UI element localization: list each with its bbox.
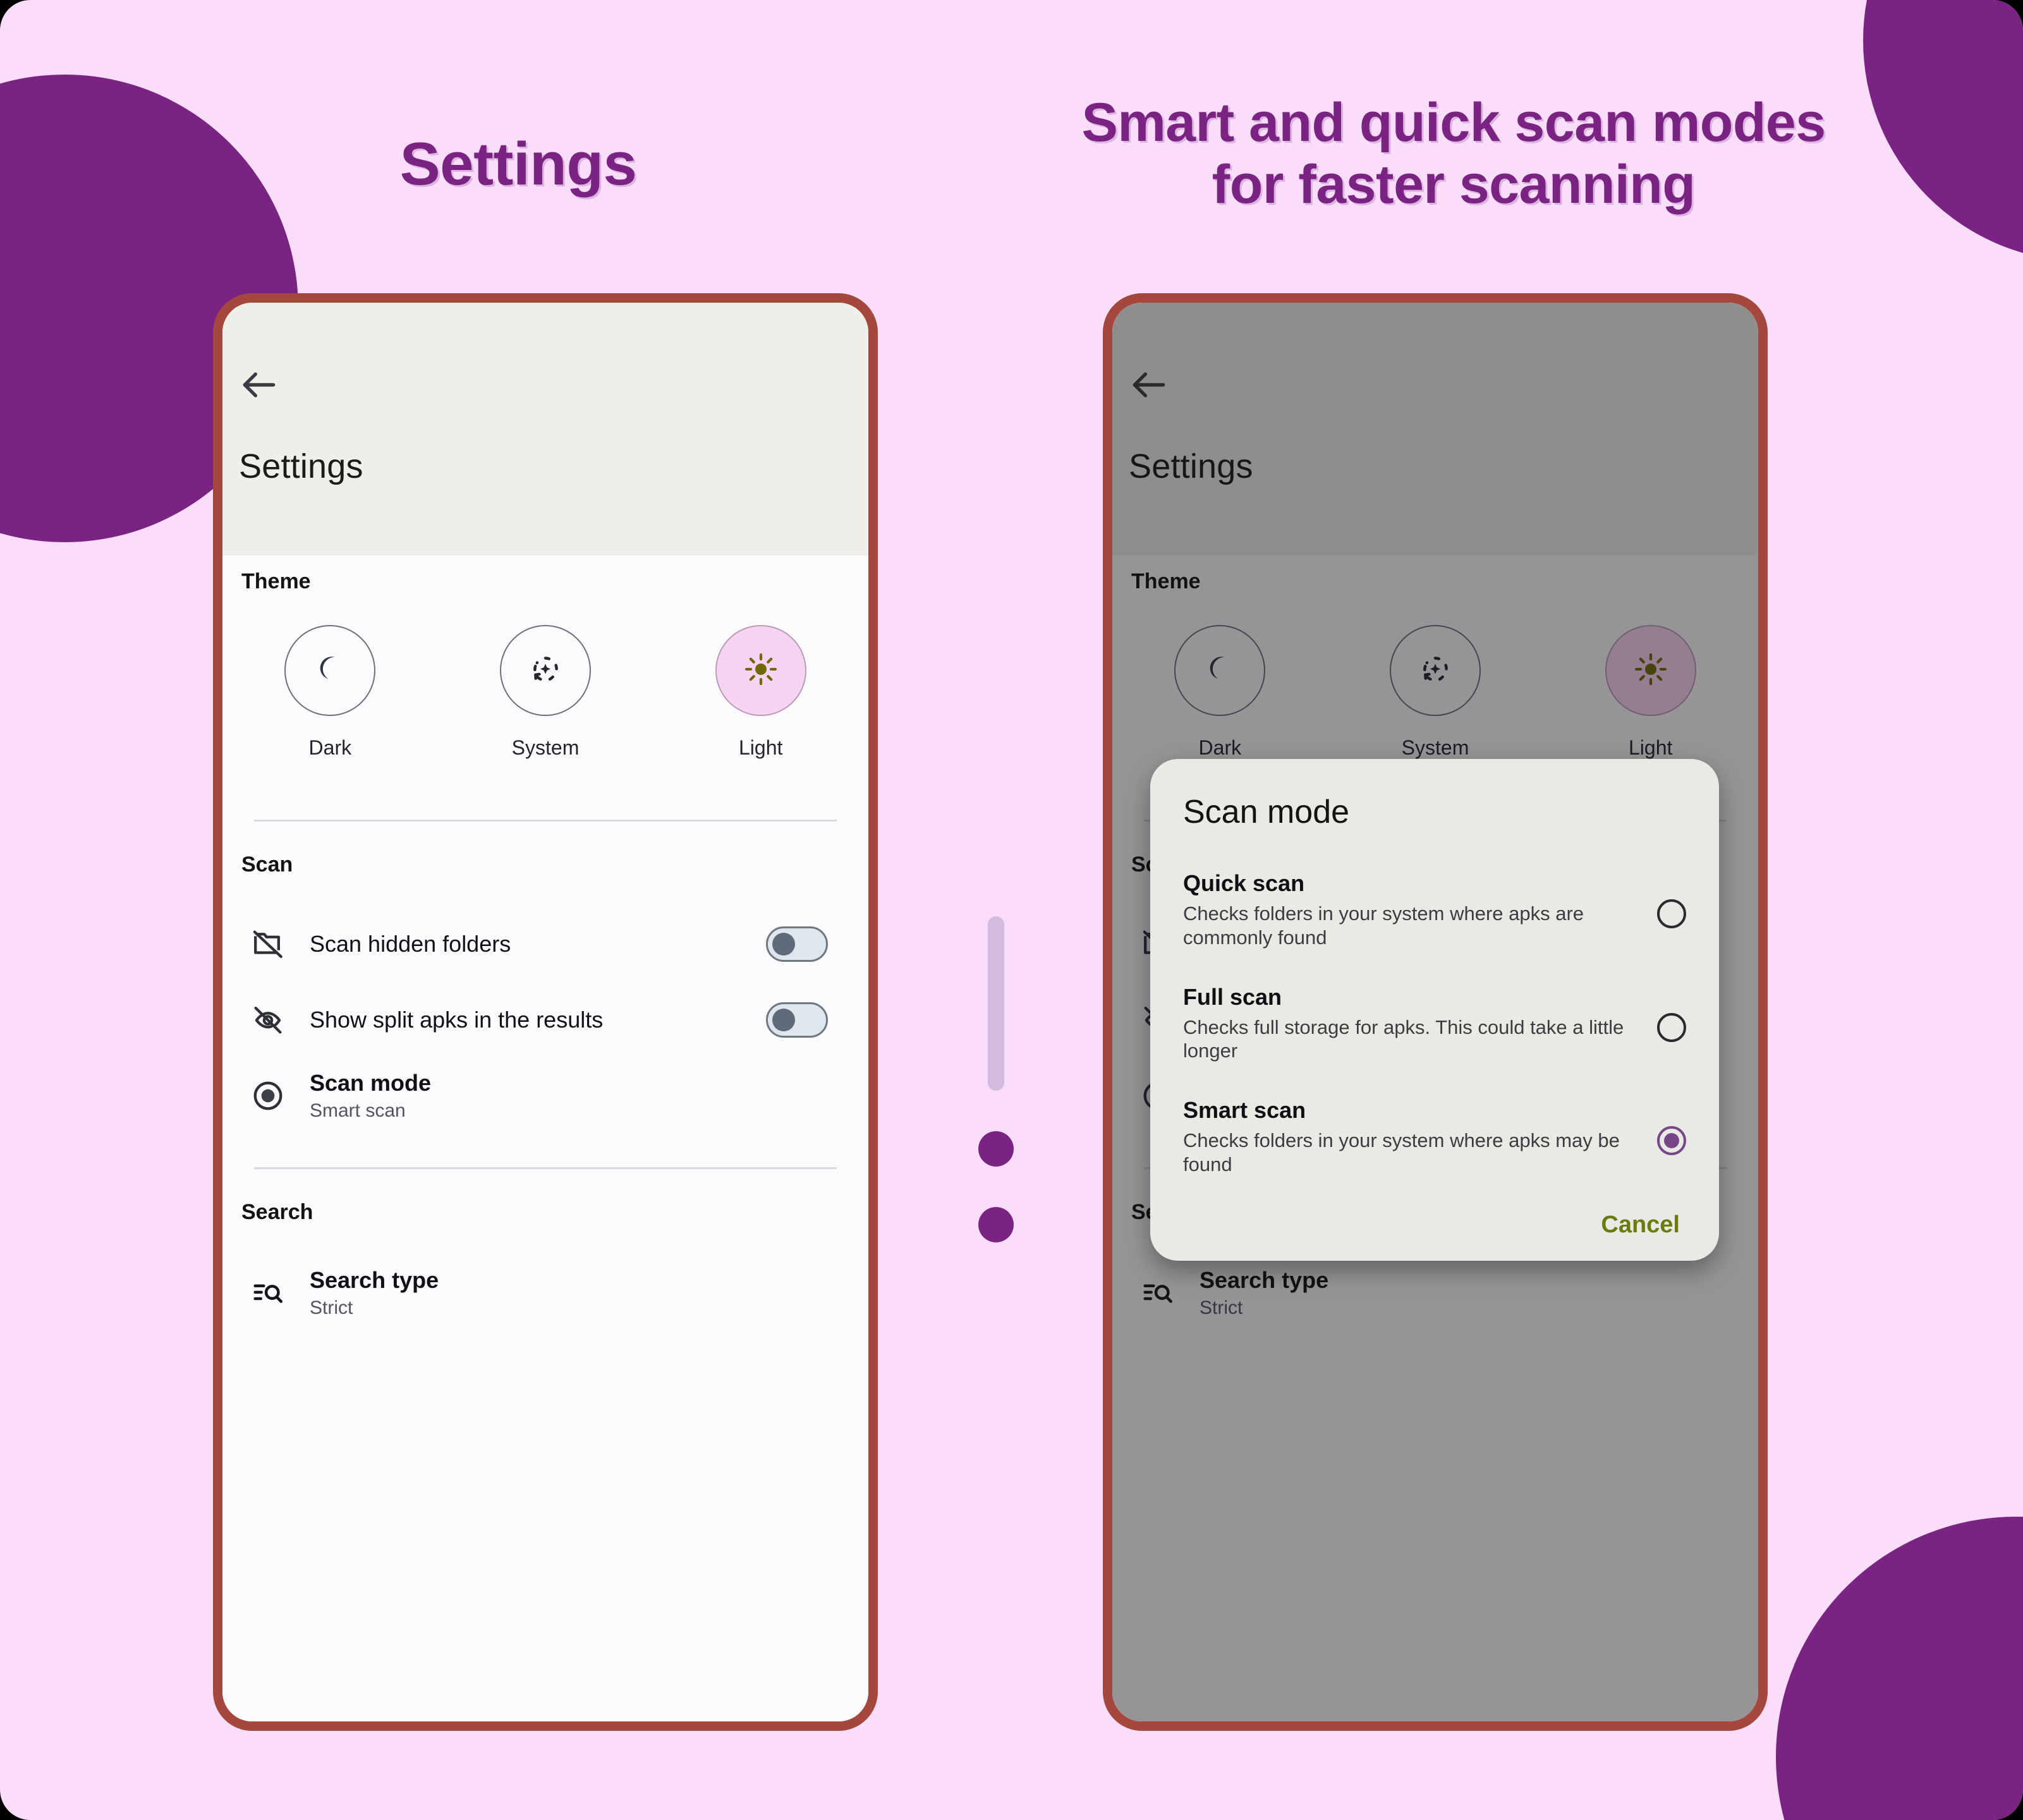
pagination-indicator[interactable] <box>978 916 1014 1242</box>
dialog-option-text-full-scan: Full scan Checks full storage for apks. … <box>1183 984 1657 1064</box>
dialog-option-title-smart-scan: Smart scan <box>1183 1097 1306 1124</box>
pagination-active-bar[interactable] <box>988 916 1004 1091</box>
cancel-button[interactable]: Cancel <box>1597 1211 1684 1239</box>
row-show-split-apks[interactable]: Show split apks in the results <box>222 985 868 1055</box>
dialog-option-full-scan[interactable]: Full scan Checks full storage for apks. … <box>1150 984 1719 1064</box>
dialog-option-desc-full-scan: Checks full storage for apks. This could… <box>1183 1016 1624 1062</box>
section-label-theme: Theme <box>241 569 311 593</box>
sun-icon <box>744 652 778 689</box>
section-label-scan: Scan <box>241 852 293 877</box>
row-subtitle-scan-mode: Smart scan <box>310 1100 406 1121</box>
headline-left: Settings <box>399 130 637 198</box>
radio-quick-scan[interactable] <box>1657 899 1686 928</box>
dialog-option-title-quick-scan: Quick scan <box>1183 870 1305 896</box>
pagination-dot-3[interactable] <box>978 1207 1014 1242</box>
theme-circle-system[interactable] <box>500 625 591 716</box>
folder-off-icon <box>245 927 291 961</box>
promo-page: Settings Smart and quick scan modes for … <box>0 0 2023 1820</box>
arrow-left-icon[interactable] <box>238 363 281 406</box>
dialog-option-desc-smart-scan: Checks folders in your system where apks… <box>1183 1129 1620 1176</box>
row-subtitle-search-type: Strict <box>310 1297 353 1318</box>
theme-option-system[interactable]: System <box>438 625 653 760</box>
theme-label-dark: Dark <box>308 736 352 759</box>
theme-circle-light[interactable] <box>715 625 806 716</box>
row-title-show-split-apks: Show split apks in the results <box>310 1007 604 1033</box>
radio-smart-scan[interactable] <box>1657 1126 1686 1156</box>
radio-selected-icon <box>245 1079 291 1113</box>
dialog-option-quick-scan[interactable]: Quick scan Checks folders in your system… <box>1150 870 1719 950</box>
dialog-option-text-quick-scan: Quick scan Checks folders in your system… <box>1183 870 1657 950</box>
row-text-scan-hidden-folders: Scan hidden folders <box>310 931 766 957</box>
row-title-scan-mode: Scan mode <box>310 1070 432 1096</box>
theme-label-system: System <box>511 736 580 759</box>
switch-show-split-apks[interactable] <box>766 1002 828 1038</box>
section-label-search: Search <box>241 1200 313 1224</box>
row-text-search-type: Search type Strict <box>310 1267 868 1318</box>
theme-option-light[interactable]: Light <box>653 625 868 760</box>
theme-label-light: Light <box>738 736 783 759</box>
switch-knob <box>772 1009 795 1031</box>
divider-theme <box>254 820 837 822</box>
row-text-scan-mode: Scan mode Smart scan <box>310 1070 868 1121</box>
settings-content: Theme Dark System Light Scan Scan hidden… <box>222 555 868 1721</box>
dialog-option-smart-scan[interactable]: Smart scan Checks folders in your system… <box>1150 1097 1719 1177</box>
row-scan-hidden-folders[interactable]: Scan hidden folders <box>222 909 868 979</box>
row-scan-mode[interactable]: Scan mode Smart scan <box>222 1061 868 1131</box>
scan-mode-dialog: Scan mode Quick scan Checks folders in y… <box>1150 759 1719 1261</box>
eye-off-icon <box>245 1003 291 1037</box>
row-text-show-split-apks: Show split apks in the results <box>310 1007 766 1033</box>
moon-icon <box>313 653 346 689</box>
dialog-option-title-full-scan: Full scan <box>1183 983 1282 1010</box>
row-search-type[interactable]: Search type Strict <box>222 1258 868 1328</box>
switch-knob <box>772 933 795 956</box>
decorative-circle-bottom-right <box>1776 1517 2023 1820</box>
settings-screen-dimmed: Settings Theme Dark System Light Search … <box>1112 303 1758 1721</box>
settings-screen: Settings Theme Dark System Light Scan Sc… <box>222 303 868 1721</box>
auto-sync-sparkle-icon <box>528 652 562 689</box>
pagination-dot-2[interactable] <box>978 1131 1014 1167</box>
phone-mockup-scan-mode-dialog: Settings Theme Dark System Light Search … <box>1103 293 1768 1731</box>
radio-full-scan[interactable] <box>1657 1012 1686 1042</box>
dialog-option-text-smart-scan: Smart scan Checks folders in your system… <box>1183 1097 1657 1177</box>
theme-circle-dark[interactable] <box>284 625 376 716</box>
divider-scan <box>254 1167 837 1169</box>
theme-option-dark[interactable]: Dark <box>222 625 438 760</box>
row-title-scan-hidden-folders: Scan hidden folders <box>310 931 511 957</box>
page-title: Settings <box>239 447 363 485</box>
theme-selector: Dark System Light <box>222 625 868 760</box>
app-bar: Settings <box>222 303 868 555</box>
phone-mockup-settings: Settings Theme Dark System Light Scan Sc… <box>213 293 878 1731</box>
search-list-icon <box>245 1276 291 1310</box>
switch-scan-hidden-folders[interactable] <box>766 926 828 962</box>
dialog-option-desc-quick-scan: Checks folders in your system where apks… <box>1183 902 1584 949</box>
dialog-title: Scan mode <box>1183 794 1350 830</box>
headline-right-line-2: for faster scanning <box>1212 154 1696 215</box>
row-title-search-type: Search type <box>310 1267 439 1294</box>
headline-right-line-1: Smart and quick scan modes <box>1081 92 1826 153</box>
headline-right: Smart and quick scan modes for faster sc… <box>967 92 1940 215</box>
dialog-actions: Cancel <box>1150 1211 1719 1239</box>
